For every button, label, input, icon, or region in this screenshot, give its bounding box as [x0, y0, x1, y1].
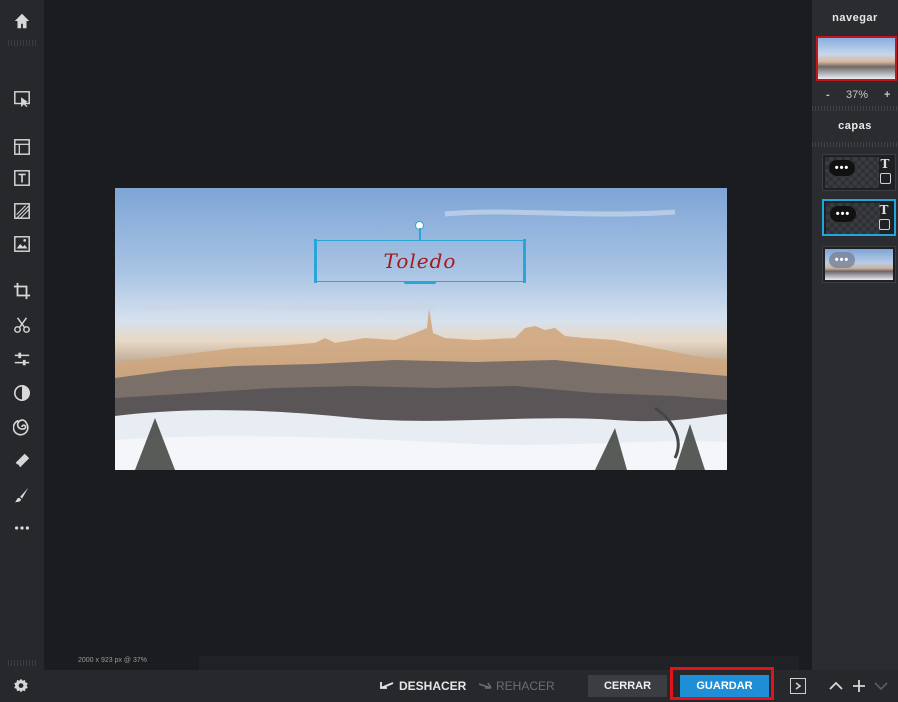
redo-label: REHACER — [496, 679, 555, 693]
toolbar-grip — [8, 660, 36, 666]
zoom-out-button[interactable]: - — [826, 89, 830, 101]
toolbar-grip — [8, 40, 36, 46]
texture-icon[interactable] — [9, 198, 35, 224]
bottom-bar: DESHACER REHACER CERRAR GUARDAR — [0, 670, 898, 702]
right-panel: navegar - 37% + capas ••• T ••• ~ T ••• — [812, 0, 898, 670]
layout-icon[interactable] — [9, 134, 35, 160]
undo-button[interactable]: DESHACER — [380, 678, 466, 694]
layer-item-selected[interactable]: ••• ~ T — [822, 199, 896, 236]
text-type-icon: T — [880, 157, 890, 171]
spiral-icon[interactable] — [9, 414, 35, 440]
layer-options-button[interactable]: ••• — [829, 252, 855, 268]
save-button[interactable]: GUARDAR — [680, 675, 769, 697]
rotate-line — [419, 228, 421, 240]
status-bar: 2000 x 923 px @ 37% — [44, 656, 800, 670]
layer-visibility-checkbox[interactable] — [879, 219, 890, 230]
gear-icon[interactable] — [12, 677, 30, 695]
cut-icon[interactable] — [9, 312, 35, 338]
text-icon[interactable] — [9, 165, 35, 191]
adjust-icon[interactable] — [9, 346, 35, 372]
crop-icon[interactable] — [9, 278, 35, 304]
more-icon[interactable] — [9, 515, 35, 541]
chevron-down-icon[interactable] — [873, 678, 889, 694]
canvas-area[interactable]: Toledo — [44, 6, 800, 656]
undo-label: DESHACER — [399, 679, 467, 693]
panel-divider — [812, 142, 898, 147]
brush-icon[interactable] — [9, 482, 35, 508]
close-button[interactable]: CERRAR — [588, 675, 667, 697]
zoom-control: - 37% + — [812, 86, 898, 106]
resize-handle-right[interactable] — [523, 239, 526, 283]
text-layer-content[interactable]: Toledo — [384, 249, 457, 273]
arrange-icon[interactable] — [9, 86, 35, 112]
tool-sidebar — [0, 0, 44, 670]
contrast-icon[interactable] — [9, 380, 35, 406]
resize-handle-left[interactable] — [314, 239, 317, 283]
layer-visibility-checkbox[interactable] — [880, 173, 891, 184]
undo-icon — [380, 682, 394, 689]
redo-icon — [478, 682, 492, 689]
text-type-icon: T — [879, 203, 889, 217]
layer-item[interactable]: ••• — [822, 246, 896, 283]
zoom-value: 37% — [846, 89, 869, 101]
resize-handle-bottom[interactable] — [404, 281, 436, 284]
layer-options-button[interactable]: ••• — [830, 206, 856, 222]
layers-title: capas — [838, 120, 872, 132]
eraser-icon[interactable] — [9, 448, 35, 474]
image-layer-photo[interactable]: Toledo — [115, 188, 727, 470]
horizontal-scrollbar[interactable] — [199, 656, 799, 670]
home-icon[interactable] — [9, 8, 35, 34]
redo-button[interactable]: REHACER — [478, 678, 555, 694]
panel-divider — [812, 106, 898, 111]
zoom-in-button[interactable]: + — [884, 89, 890, 101]
text-layer-box[interactable]: Toledo — [314, 239, 526, 284]
layer-thumbnail-text: ~ — [859, 211, 863, 217]
plus-icon[interactable] — [851, 678, 867, 694]
navigate-title: navegar — [832, 12, 878, 24]
image-icon[interactable] — [9, 231, 35, 257]
toledo-panorama-image — [115, 209, 727, 470]
layer-item[interactable]: ••• T — [822, 154, 896, 191]
chevron-up-icon[interactable] — [828, 678, 844, 694]
image-size-status: 2000 x 923 px @ 37% — [78, 657, 147, 664]
layer-options-button[interactable]: ••• — [829, 160, 855, 176]
navigator-thumbnail[interactable] — [816, 36, 897, 81]
toggle-panel-icon[interactable] — [790, 678, 806, 694]
